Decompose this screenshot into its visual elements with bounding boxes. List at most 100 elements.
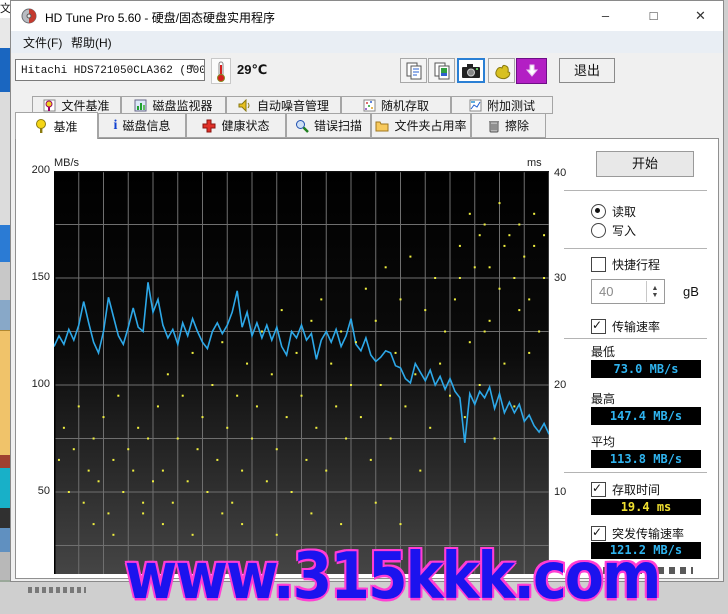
separator: [564, 472, 707, 473]
block-size-spinner[interactable]: 40 ▲▼: [591, 279, 665, 304]
screenshot-button[interactable]: [457, 58, 485, 83]
separator: [564, 190, 707, 191]
max-value: 147.4 MB/s: [591, 407, 701, 425]
drive-select-dropdown[interactable]: Hitachi HDS721050CLA362 (500 gB): [15, 59, 205, 81]
y-tick: 50: [16, 485, 50, 497]
quick-scan-row[interactable]: 快捷行程: [591, 256, 660, 272]
y-tick: 150: [16, 271, 50, 283]
transfer-rate-row[interactable]: 传输速率: [591, 318, 660, 334]
temperature-icon: [211, 58, 231, 84]
desktop-icon-fragment: [0, 18, 10, 48]
tab-error-scan[interactable]: 错误扫描: [286, 113, 371, 138]
quick-scan-checkbox[interactable]: [591, 257, 606, 272]
minimize-button[interactable]: –: [583, 1, 628, 31]
export-button[interactable]: [516, 58, 547, 84]
y-tick-right: 10: [554, 486, 578, 498]
menu-help[interactable]: 帮助(H): [67, 34, 116, 51]
tab-label: 自动噪音管理: [257, 97, 329, 114]
tab-folder-usage[interactable]: 文件夹占用率: [371, 113, 471, 138]
options-button[interactable]: [488, 58, 515, 83]
tab-health[interactable]: 健康状态: [186, 113, 286, 138]
arrow-down-icon: [524, 63, 540, 79]
access-time-row[interactable]: 存取时间: [591, 481, 660, 497]
watermark-text: www.315kkk.com: [80, 540, 704, 614]
start-button[interactable]: 开始: [596, 151, 694, 177]
access-time-value: 19.4 ms: [591, 499, 701, 515]
y-tick-right: 20: [554, 379, 578, 391]
drive-select-value: Hitachi HDS721050CLA362 (500 gB): [21, 65, 205, 77]
read-radio-row[interactable]: 读取: [591, 203, 636, 219]
avg-label: 平均: [591, 433, 615, 450]
transfer-rate-label: 传输速率: [612, 318, 660, 335]
maximize-button[interactable]: □: [631, 1, 676, 31]
tab-label: 文件基准: [61, 97, 109, 114]
magnifier-icon: [295, 119, 309, 133]
block-size-value: 40: [599, 284, 613, 299]
tab-extra-tests[interactable]: 附加测试: [451, 96, 553, 114]
close-button[interactable]: ✕: [678, 1, 723, 31]
info-icon: i: [114, 118, 118, 134]
desktop-edge: 文: [0, 0, 10, 596]
write-radio-row[interactable]: 写入: [591, 222, 636, 238]
tab-auto-acoustic[interactable]: 自动噪音管理: [226, 96, 341, 114]
tab-label: 健康状态: [221, 117, 269, 134]
burst-rate-checkbox[interactable]: [591, 526, 606, 541]
desktop-icon-fragment: [0, 262, 10, 300]
write-radio[interactable]: [591, 223, 606, 238]
desktop-icon-fragment: [0, 552, 10, 580]
desktop-icon-fragment: [0, 92, 10, 225]
health-cross-icon: [202, 119, 216, 133]
spinner-arrows[interactable]: ▲▼: [646, 281, 663, 302]
tab-erase[interactable]: 擦除: [471, 113, 546, 138]
y-tick-right: 40: [554, 167, 578, 179]
y-left-axis-label: MB/s: [54, 157, 79, 169]
min-value: 73.0 MB/s: [591, 360, 701, 378]
trash-icon: [488, 119, 500, 133]
y-tick: 200: [16, 164, 50, 176]
title-bar: HD Tune Pro 5.60 - 硬盘/固态硬盘实用程序 – □ ✕: [11, 1, 723, 31]
tab-disk-info[interactable]: i 磁盘信息: [98, 113, 186, 138]
y-tick: 100: [16, 378, 50, 390]
separator: [564, 248, 707, 249]
tab-random-access[interactable]: 随机存取: [341, 96, 451, 114]
desktop-icon-fragment: [0, 300, 10, 330]
tab-disk-monitor[interactable]: 磁盘监视器: [121, 96, 226, 114]
copy-image-button[interactable]: [428, 58, 455, 83]
background-window-text-fragment: [28, 587, 86, 593]
block-size-unit: gB: [683, 284, 699, 299]
tab-label: 基准: [53, 118, 77, 135]
tab-label: 磁盘信息: [122, 117, 170, 134]
min-label: 最低: [591, 343, 615, 360]
read-radio[interactable]: [591, 204, 606, 219]
y-right-axis-label: ms: [527, 157, 542, 169]
desktop-icon-fragment: [0, 225, 10, 262]
tab-label: 附加测试: [487, 97, 535, 114]
tab-label: 随机存取: [381, 97, 429, 114]
quick-scan-label: 快捷行程: [612, 256, 660, 273]
exit-button[interactable]: 退出: [559, 58, 615, 83]
avg-value: 113.8 MB/s: [591, 450, 701, 468]
access-time-checkbox[interactable]: [591, 482, 606, 497]
desktop-icon-fragment: [0, 528, 10, 552]
spinner-up-icon[interactable]: ▲: [652, 285, 659, 292]
benchmark-chart: [54, 171, 549, 574]
max-label: 最高: [591, 390, 615, 407]
desktop-icon-fragment: [0, 508, 10, 528]
app-icon: [21, 8, 37, 24]
transfer-rate-checkbox[interactable]: [591, 319, 606, 334]
y-tick-right: 30: [554, 272, 578, 284]
desktop-icon-fragment: [0, 455, 10, 468]
hands-icon: [493, 62, 511, 80]
scatter-icon: [363, 99, 376, 112]
menu-bar: [11, 31, 723, 54]
menu-file[interactable]: 文件(F): [19, 34, 66, 51]
burst-rate-label: 突发传输速率: [612, 525, 684, 542]
tab-label: 磁盘监视器: [152, 97, 212, 114]
access-time-label: 存取时间: [612, 481, 660, 498]
copy-text-button[interactable]: [400, 58, 427, 83]
copy-text-icon: [405, 62, 423, 80]
tab-label: 错误扫描: [314, 117, 362, 134]
spinner-down-icon[interactable]: ▼: [652, 292, 659, 299]
tab-benchmark[interactable]: 基准: [15, 112, 98, 139]
burst-rate-row[interactable]: 突发传输速率: [591, 525, 684, 541]
